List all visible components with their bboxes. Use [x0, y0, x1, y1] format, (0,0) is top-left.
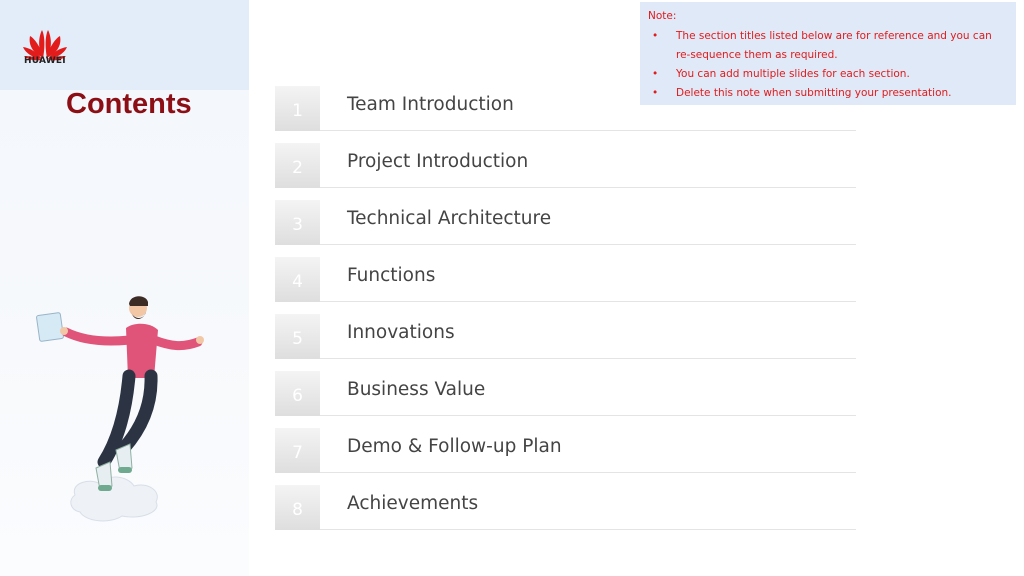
toc-number: 5 [275, 314, 320, 359]
note-item: • The section titles listed below are for… [652, 30, 992, 61]
toc-label: Achievements [347, 493, 479, 514]
table-of-contents: 1 Team Introduction 2 Project Introducti… [275, 86, 856, 542]
toc-number: 8 [275, 485, 320, 530]
toc-item-innovations[interactable]: 5 Innovations [275, 314, 856, 359]
toc-label: Team Introduction [347, 94, 514, 115]
toc-item-team-introduction[interactable]: 1 Team Introduction [275, 86, 856, 131]
note-item: • You can add multiple slides for each se… [652, 68, 910, 80]
toc-item-project-introduction[interactable]: 2 Project Introduction [275, 143, 856, 188]
toc-label: Technical Architecture [347, 208, 552, 229]
toc-label: Innovations [347, 322, 455, 343]
person-illustration-icon [36, 296, 204, 522]
page-title: Contents [66, 88, 192, 120]
toc-number: 7 [275, 428, 320, 473]
toc-label: Business Value [347, 379, 486, 400]
note-heading: Note: [648, 10, 677, 22]
brand-name: HUAWEI [24, 56, 66, 66]
toc-number: 1 [275, 86, 320, 131]
toc-item-technical-architecture[interactable]: 3 Technical Architecture [275, 200, 856, 245]
toc-item-achievements[interactable]: 8 Achievements [275, 485, 856, 530]
toc-label: Project Introduction [347, 151, 529, 172]
toc-item-business-value[interactable]: 6 Business Value [275, 371, 856, 416]
toc-item-demo-follow-up-plan[interactable]: 7 Demo & Follow-up Plan [275, 428, 856, 473]
toc-number: 4 [275, 257, 320, 302]
toc-number: 3 [275, 200, 320, 245]
toc-number: 6 [275, 371, 320, 416]
toc-label: Functions [347, 265, 436, 286]
toc-label: Demo & Follow-up Plan [347, 436, 562, 457]
toc-number: 2 [275, 143, 320, 188]
toc-item-functions[interactable]: 4 Functions [275, 257, 856, 302]
